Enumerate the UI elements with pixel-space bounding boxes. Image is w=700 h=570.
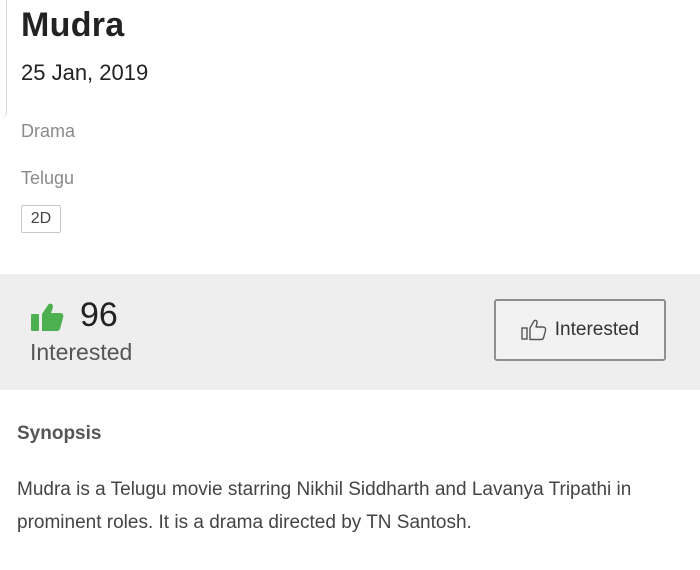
thumbs-up-icon <box>30 301 64 333</box>
thumbs-up-outline-icon <box>521 319 547 341</box>
interested-count: 96 <box>80 296 118 334</box>
synopsis-heading: Synopsis <box>17 423 102 444</box>
language-label: Telugu <box>21 168 75 188</box>
format-badge: 2D <box>21 205 61 233</box>
interested-button[interactable]: Interested <box>494 299 666 361</box>
release-date: 25 Jan, 2019 <box>21 60 149 85</box>
interested-button-label: Interested <box>554 319 640 340</box>
interest-section: 96 Interested Interested <box>0 274 700 390</box>
genre-label: Drama <box>21 121 76 141</box>
interested-label: Interested <box>30 339 133 365</box>
synopsis-text: Mudra is a Telugu movie starring Nikhil … <box>17 479 632 533</box>
movie-title: Mudra <box>21 6 125 44</box>
side-panel-edge <box>0 0 7 118</box>
